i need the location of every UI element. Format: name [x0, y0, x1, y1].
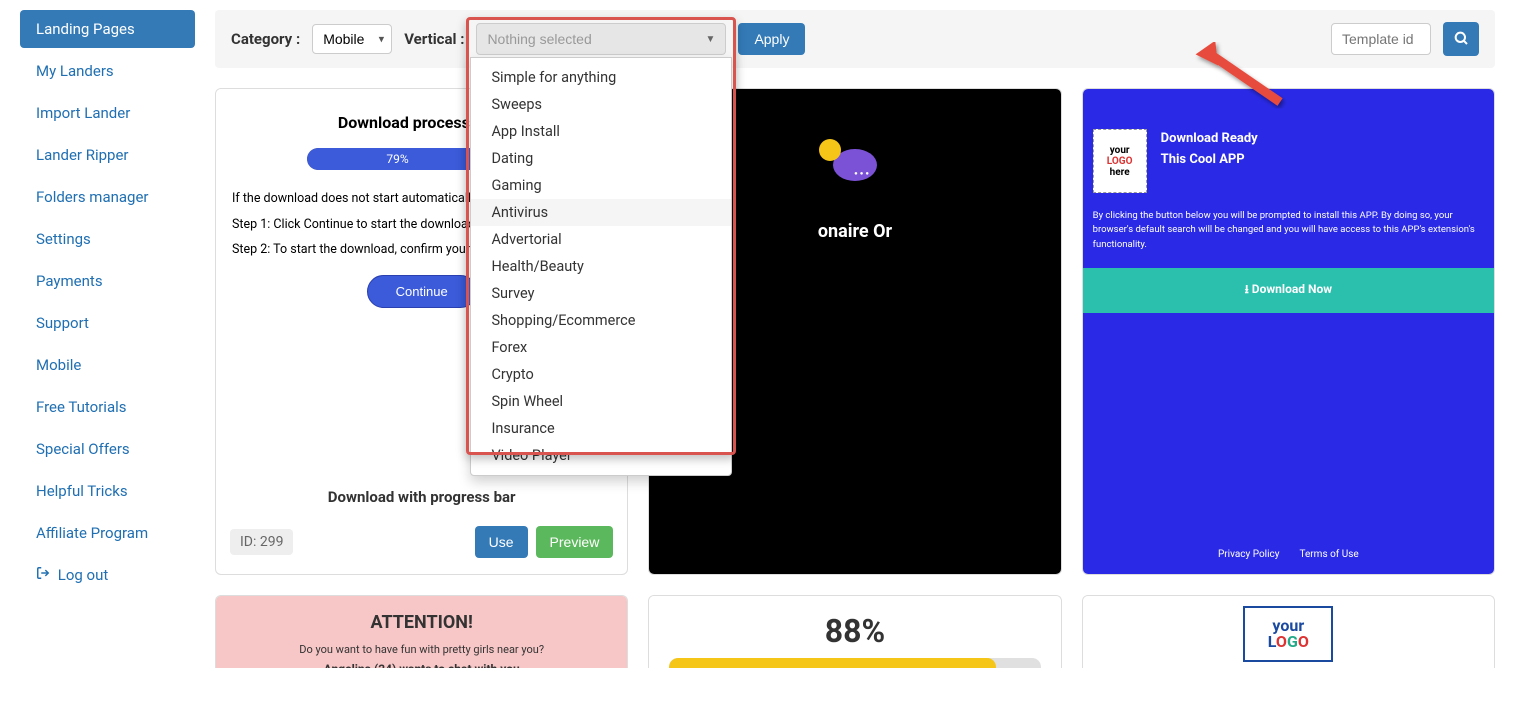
sidebar-item-support[interactable]: Support [20, 304, 195, 342]
template-id-badge: ID: 299 [230, 529, 293, 555]
template-thumbnail: your LOGO [1083, 596, 1494, 668]
sidebar-item-helpful-tricks[interactable]: Helpful Tricks [20, 472, 195, 510]
vertical-select-text: Nothing selected [487, 31, 591, 47]
vertical-option-crypto[interactable]: Crypto [471, 361, 731, 388]
category-label: Category : [231, 30, 300, 48]
sidebar-item-payments[interactable]: Payments [20, 262, 195, 300]
preview-download-bar: ⭳ Download Now [1083, 268, 1494, 313]
category-select[interactable]: Mobile [312, 24, 392, 54]
dots-icon: ●●● [854, 170, 871, 177]
vertical-option-app-install[interactable]: App Install [471, 118, 731, 145]
sidebar-item-my-landers[interactable]: My Landers [20, 52, 195, 90]
vertical-option-dating[interactable]: Dating [471, 145, 731, 172]
template-id-input[interactable] [1331, 23, 1431, 55]
sidebar-item-affiliate-program[interactable]: Affiliate Program [20, 514, 195, 552]
apply-button[interactable]: Apply [738, 23, 805, 55]
vertical-dropdown-menu: Simple for anything Sweeps App Install D… [470, 57, 732, 476]
progress-bar [669, 658, 1040, 668]
template-thumbnail: your LOGO here Download Ready This Cool … [1083, 89, 1494, 574]
sidebar: Landing Pages My Landers Import Lander L… [20, 10, 195, 668]
sidebar-item-settings[interactable]: Settings [20, 220, 195, 258]
sidebar-item-import-lander[interactable]: Import Lander [20, 94, 195, 132]
vertical-option-insurance[interactable]: Insurance [471, 415, 731, 442]
vertical-option-simple-for-anything[interactable]: Simple for anything [471, 64, 731, 91]
sidebar-item-mobile[interactable]: Mobile [20, 346, 195, 384]
preview-description: By clicking the button below you will be… [1083, 203, 1494, 268]
template-title: black simple [649, 574, 1060, 575]
card-footer: ID: 299 Use Preview [216, 516, 627, 574]
search-icon [1453, 30, 1469, 49]
template-card: ATTENTION! Do you want to have fun with … [215, 595, 628, 668]
preview-button[interactable]: Preview [536, 526, 614, 558]
logo-placeholder: your LOGO [1243, 606, 1333, 662]
logout-label: Log out [58, 566, 109, 584]
preview-footer-links: Privacy PolicyTerms of Use [1083, 549, 1494, 560]
search-button[interactable] [1443, 22, 1479, 56]
sidebar-item-logout[interactable]: Log out [20, 556, 195, 594]
dollar-icon [819, 139, 841, 161]
vertical-option-forex[interactable]: Forex [471, 334, 731, 361]
template-cards-grid: Download processing .. 79% If the downlo… [215, 88, 1495, 668]
vertical-option-video-player[interactable]: Video Player [471, 442, 731, 469]
template-card: 88% [648, 595, 1061, 668]
preview-text: Do you want to have fun with pretty girl… [226, 643, 617, 656]
chevron-down-icon: ▼ [706, 34, 716, 45]
template-title: blue simple for apps [1083, 574, 1494, 575]
vertical-label: Vertical : [404, 30, 464, 48]
vertical-option-shopping-ecommerce[interactable]: Shopping/Ecommerce [471, 307, 731, 334]
vertical-select-container: Nothing selected ▼ Simple for anything S… [476, 23, 726, 55]
preview-heading: ATTENTION! [226, 612, 617, 633]
logout-icon [36, 566, 50, 584]
vertical-option-advertorial[interactable]: Advertorial [471, 226, 731, 253]
progress-value: 79% [307, 148, 489, 170]
preview-continue-button: Continue [367, 275, 477, 308]
template-card: your LOGO here Download Ready This Cool … [1082, 88, 1495, 575]
template-card: your LOGO [1082, 595, 1495, 668]
sidebar-item-free-tutorials[interactable]: Free Tutorials [20, 388, 195, 426]
template-thumbnail: 88% [649, 596, 1060, 668]
preview-text: Angelina (24) wants to chat with you [226, 662, 617, 668]
sidebar-item-lander-ripper[interactable]: Lander Ripper [20, 136, 195, 174]
sidebar-item-landing-pages[interactable]: Landing Pages [20, 10, 195, 48]
template-title: Download with progress bar [216, 474, 627, 516]
vertical-option-health-beauty[interactable]: Health/Beauty [471, 253, 731, 280]
preview-percentage: 88% [669, 612, 1040, 650]
vertical-option-sweeps[interactable]: Sweeps [471, 91, 731, 118]
logo-placeholder: your LOGO here [1093, 129, 1147, 193]
vertical-option-survey[interactable]: Survey [471, 280, 731, 307]
vertical-option-gaming[interactable]: Gaming [471, 172, 731, 199]
vertical-option-antivirus[interactable]: Antivirus [471, 199, 731, 226]
preview-titles: Download Ready This Cool APP [1161, 129, 1258, 171]
template-thumbnail: ATTENTION! Do you want to have fun with … [216, 596, 627, 668]
sidebar-item-folders-manager[interactable]: Folders manager [20, 178, 195, 216]
use-button[interactable]: Use [475, 526, 528, 558]
sidebar-item-special-offers[interactable]: Special Offers [20, 430, 195, 468]
filter-bar: Category : Mobile Vertical : Nothing sel… [215, 10, 1495, 68]
preview-graphic-icon: ●●● [833, 149, 877, 181]
vertical-select[interactable]: Nothing selected ▼ [476, 23, 726, 55]
main-content: Category : Mobile Vertical : Nothing sel… [215, 10, 1495, 668]
vertical-option-spin-wheel[interactable]: Spin Wheel [471, 388, 731, 415]
